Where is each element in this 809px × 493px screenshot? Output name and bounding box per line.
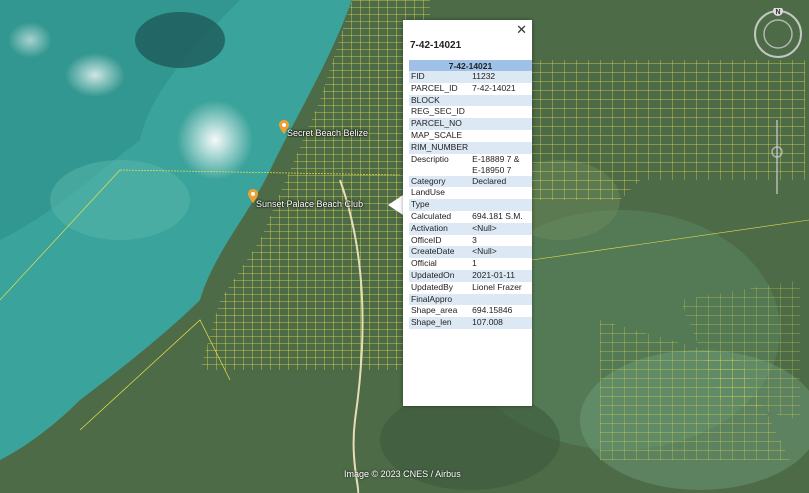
close-icon[interactable]: ✕ bbox=[516, 22, 527, 38]
attribute-value: 3 bbox=[472, 234, 477, 245]
attribute-key: FID bbox=[409, 71, 471, 83]
attribute-value bbox=[470, 130, 532, 142]
attribute-value: Declared bbox=[470, 175, 532, 188]
attribute-value: 2021-01-11 bbox=[470, 269, 532, 282]
attribute-value bbox=[470, 94, 532, 107]
attribute-value: 107.008 bbox=[470, 317, 532, 329]
table-header: 7-42-14021 bbox=[409, 60, 532, 71]
attribute-value bbox=[470, 293, 532, 306]
attribute-key: RIM_NUMBER bbox=[409, 141, 471, 154]
attribute-row: LandUse bbox=[409, 187, 532, 199]
imagery-attribution: Image © 2023 CNES / Airbus bbox=[344, 469, 461, 479]
attribute-row: PARCEL_ID 7-42-14021 bbox=[409, 83, 532, 95]
attribute-row: Descriptio E-18889 7 & E-18950 7 bbox=[409, 154, 532, 176]
attribute-value bbox=[470, 199, 532, 211]
attribute-value: E-18889 7 & E-18950 7 bbox=[472, 153, 520, 175]
attribute-row: BLOCK bbox=[409, 94, 532, 107]
attribute-key: Descriptio bbox=[411, 153, 449, 164]
attribute-row: OfficeID 3 bbox=[409, 235, 532, 247]
parcel-info-popup: ✕ 7-42-14021 7-42-14021 FID 11232 PARCEL_I… bbox=[403, 20, 532, 406]
attribute-value: 694.181 S.M. bbox=[472, 210, 523, 221]
attribute-row: CreateDate <Null> bbox=[409, 246, 532, 259]
attribute-key: Category bbox=[409, 175, 471, 188]
attribute-value: 11232 bbox=[470, 71, 532, 83]
attribute-key: LandUse bbox=[411, 187, 446, 198]
attribute-table: 7-42-14021 FID 11232 PARCEL_ID 7-42-14021 BL… bbox=[409, 60, 532, 329]
zoom-slider[interactable] bbox=[769, 112, 785, 202]
attribute-key: Type bbox=[409, 199, 471, 211]
place-label-secret-beach[interactable]: Secret Beach Belize bbox=[287, 128, 368, 138]
attribute-key: REG_SEC_ID bbox=[411, 106, 465, 117]
attribute-value: <Null> bbox=[470, 222, 532, 235]
attribute-row: FID 11232 bbox=[409, 71, 532, 83]
attribute-key: UpdatedBy bbox=[411, 281, 454, 292]
attribute-row: Activation <Null> bbox=[409, 222, 532, 235]
attribute-row: Calculated 694.181 S.M. bbox=[409, 211, 532, 223]
attribute-row: Category Declared bbox=[409, 175, 532, 188]
popup-title: 7-42-14021 bbox=[410, 40, 462, 51]
attribute-row: Shape_area 694.15846 bbox=[409, 305, 532, 317]
attribute-value: <Null> bbox=[470, 246, 532, 259]
attribute-key: FinalAppro bbox=[409, 293, 471, 306]
attribute-key: MAP_SCALE bbox=[411, 129, 463, 140]
compass-icon[interactable]: N bbox=[752, 8, 804, 60]
attribute-value: 694.15846 bbox=[472, 305, 513, 316]
attribute-value bbox=[470, 141, 532, 154]
attribute-key: UpdatedOn bbox=[409, 269, 471, 282]
attribute-key: Official bbox=[411, 258, 437, 269]
attribute-key: Shape_area bbox=[411, 305, 458, 316]
attribute-value: 1 bbox=[472, 258, 477, 269]
attribute-key: Shape_len bbox=[409, 317, 471, 329]
place-label-sunset-palace[interactable]: Sunset Palace Beach Club bbox=[256, 199, 363, 209]
attribute-row: Type bbox=[409, 199, 532, 211]
attribute-row: Shape_len 107.008 bbox=[409, 317, 532, 329]
attribute-row: Official 1 bbox=[409, 258, 532, 270]
attribute-row: UpdatedOn 2021-01-11 bbox=[409, 269, 532, 282]
attribute-key: BLOCK bbox=[409, 94, 471, 107]
attribute-value: 7-42-14021 bbox=[472, 82, 516, 93]
attribute-row: MAP_SCALE bbox=[409, 130, 532, 142]
popup-pointer bbox=[388, 195, 403, 215]
attribute-row: UpdatedBy Lionel Frazer bbox=[409, 282, 532, 294]
attribute-row: PARCEL_NO bbox=[409, 118, 532, 130]
compass-north-label: N bbox=[775, 9, 780, 16]
attribute-value bbox=[470, 106, 532, 118]
attribute-row: RIM_NUMBER bbox=[409, 141, 532, 154]
attribute-row: FinalAppro bbox=[409, 293, 532, 306]
attribute-value bbox=[470, 187, 532, 199]
attribute-key: OfficeID bbox=[411, 234, 442, 245]
attribute-value: Lionel Frazer bbox=[472, 281, 522, 292]
attribute-key: PARCEL_ID bbox=[411, 82, 458, 93]
attribute-row: REG_SEC_ID bbox=[409, 106, 532, 118]
attribute-key: PARCEL_NO bbox=[409, 118, 471, 130]
attribute-key: Activation bbox=[409, 222, 471, 235]
attribute-key: CreateDate bbox=[409, 246, 471, 259]
attribute-key: Calculated bbox=[411, 210, 452, 221]
attribute-value bbox=[470, 118, 532, 130]
